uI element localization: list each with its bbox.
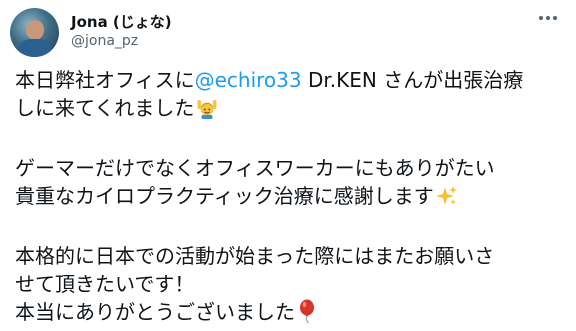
tweet-line: 貴重なカイロプラクティック治療に感謝します	[15, 182, 565, 214]
user-handle[interactable]: @jona_pz	[71, 33, 138, 49]
tweet-line: ゲーマーだけでなくオフィスワーカーにもありがたい	[15, 156, 495, 180]
balloon-emoji	[297, 299, 317, 330]
person-raising-hands-emoji	[196, 97, 218, 126]
mention-link[interactable]: @echiro33	[195, 68, 302, 92]
tweet-line: せて頂きたいです！	[15, 272, 195, 296]
tweet-line: しに来てくれました	[15, 94, 565, 126]
avatar-shirt	[19, 39, 51, 57]
tweet-card: Jona (じょな) @jona_pz 本日弊社オフィスに@echiro33 D…	[0, 0, 576, 331]
tweet-line: 本格的に日本での活動が始まった際にはまたお願いさ	[15, 244, 495, 268]
tweet-text: 本日弊社オフィスに@echiro33 Dr.KEN さんが出張治療 しに来てくれ…	[15, 66, 565, 330]
tweet-text-segment: 貴重なカイロプラクティック治療に感謝します	[15, 184, 434, 208]
user-display-name[interactable]: Jona (じょな)	[71, 11, 172, 32]
sparkles-emoji	[435, 185, 458, 214]
more-horizontal-icon	[539, 16, 557, 20]
tweet-text-segment: 本当にありがとうございました	[15, 300, 295, 324]
tweet-text-segment: Dr.KEN さんが出張治療	[301, 68, 524, 92]
tweet-text-segment: 本日弊社オフィスに	[15, 68, 195, 92]
avatar[interactable]	[10, 8, 59, 57]
tweet-line: 本日弊社オフィスに@echiro33 Dr.KEN さんが出張治療	[15, 66, 565, 94]
tweet-text-segment: しに来てくれました	[15, 96, 195, 120]
avatar-face	[26, 20, 44, 40]
more-options-button[interactable]	[534, 8, 562, 28]
tweet-line: 本当にありがとうございました	[15, 298, 565, 330]
